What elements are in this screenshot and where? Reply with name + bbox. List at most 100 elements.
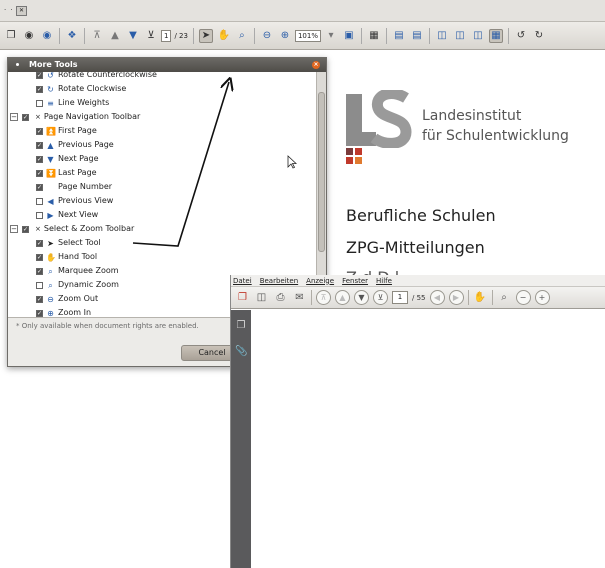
tool-checkbox[interactable]: ✓ <box>36 155 43 163</box>
tree-item-row[interactable]: ✓ ▲ Previous Page <box>36 138 114 152</box>
tool-checkbox[interactable]: ✓ <box>36 127 43 135</box>
tree-group-row[interactable]: − ✓ × Page Navigation Toolbar <box>10 110 140 124</box>
columns-icon[interactable]: ◫ <box>471 29 485 43</box>
rotate-cw-icon[interactable]: ↻ <box>532 29 546 43</box>
dialog-title-bar[interactable]: More Tools × <box>8 58 326 72</box>
strip-close-icon[interactable]: ✕ <box>16 6 27 16</box>
continuous-icon[interactable]: ▤ <box>410 29 424 43</box>
email-icon[interactable]: ✉ <box>292 290 307 305</box>
page-number-input[interactable]: 1 <box>161 29 172 42</box>
fullscreen-icon[interactable]: ▦ <box>367 29 381 43</box>
tool-checkbox[interactable]: ✓ <box>36 169 43 177</box>
previous-page-icon[interactable]: ▲ <box>108 29 122 43</box>
tree-item-row[interactable]: ✓ ⏫ First Page <box>36 124 97 138</box>
chevron-down-icon[interactable]: ▾ <box>324 29 338 43</box>
last-page-icon[interactable]: ⊻ <box>144 29 158 43</box>
pages-panel-icon[interactable]: ❐ <box>235 320 247 332</box>
tool-checkbox[interactable] <box>36 211 43 219</box>
tree-item-row[interactable]: ✓□Page Number <box>36 180 112 194</box>
tool-checkbox[interactable] <box>36 197 43 205</box>
last-page-icon[interactable]: ⊻ <box>373 290 388 305</box>
hand-tool-icon[interactable]: ✋ <box>217 29 231 43</box>
line-weights-icon: ≡ <box>47 98 54 108</box>
save-icon[interactable]: ◫ <box>254 290 269 305</box>
logo-square <box>355 148 362 155</box>
globe-icon[interactable]: ◉ <box>40 29 54 43</box>
collapse-icon[interactable]: − <box>10 225 18 233</box>
tree-item-row[interactable]: ✓ ↺ Rotate Counterclockwise <box>36 72 157 82</box>
create-pdf-icon[interactable]: ❐ <box>235 290 250 305</box>
tree-item-label: Dynamic Zoom <box>58 280 119 289</box>
two-page-continuous-icon[interactable]: ◫ <box>453 29 467 43</box>
tool-checkbox[interactable]: ✓ <box>22 225 29 233</box>
tool-checkbox[interactable] <box>36 99 43 107</box>
fit-page-icon[interactable]: ▣ <box>342 29 356 43</box>
select-tool-icon[interactable]: ➤ <box>198 28 213 43</box>
two-page-icon[interactable]: ◫ <box>435 29 449 43</box>
menu-item-bearbeiten[interactable]: Bearbeiten <box>260 277 298 285</box>
tool-checkbox[interactable]: ✓ <box>36 72 43 79</box>
page-number-input[interactable]: 1 <box>392 291 408 304</box>
scrollbar-thumb[interactable] <box>318 92 325 252</box>
previous-view-icon[interactable]: ◀ <box>429 290 445 305</box>
tree-item-row[interactable]: ≡ Line Weights <box>36 96 109 110</box>
tool-checkbox[interactable]: ✓ <box>36 295 43 303</box>
tool-checkbox[interactable]: ✓ <box>36 309 43 317</box>
hand-tool-icon[interactable]: ✋ <box>473 290 488 305</box>
strip-label: · · <box>4 6 14 14</box>
tree-item-row[interactable]: ✓ ➤ Select Tool <box>36 236 101 250</box>
menu-item-hilfe[interactable]: Hilfe <box>376 277 392 285</box>
tree-item-row[interactable]: ✓ ↻ Rotate Clockwise <box>36 82 126 96</box>
tree-item-label: Hand Tool <box>58 252 98 261</box>
open-icon[interactable]: ❐ <box>4 29 18 43</box>
binoculars-icon[interactable]: ◉ <box>22 29 36 43</box>
grid-icon[interactable]: ▦ <box>488 28 503 43</box>
previous-page-icon[interactable]: ▲ <box>335 290 350 305</box>
collapse-icon[interactable]: − <box>10 113 18 121</box>
next-page-icon[interactable]: ▼ <box>126 29 140 43</box>
marquee-zoom-icon[interactable]: ⌕ <box>235 29 249 43</box>
print-icon[interactable]: ⎙ <box>273 290 288 305</box>
tree-group-row[interactable]: − ✓ × Select & Zoom Toolbar <box>10 222 134 236</box>
next-page-icon[interactable]: ▼ <box>354 290 369 305</box>
menu-item-fenster[interactable]: Fenster <box>342 277 368 285</box>
next-view-icon[interactable]: ▶ <box>448 290 464 305</box>
tools-icon[interactable]: ❖ <box>65 29 79 43</box>
single-page-icon[interactable]: ▤ <box>392 29 406 43</box>
tool-checkbox[interactable]: ✓ <box>22 113 29 121</box>
tree-item-row[interactable]: ✓ ⊕ Zoom In <box>36 306 91 317</box>
menu-item-datei[interactable]: Datei <box>233 277 252 285</box>
close-icon[interactable]: × <box>312 61 320 69</box>
tool-checkbox[interactable] <box>36 281 43 289</box>
tool-checkbox[interactable]: ✓ <box>36 253 43 261</box>
marquee-zoom-icon[interactable]: ⌕ <box>497 290 512 305</box>
tree-item-row[interactable]: ✓ ⏬ Last Page <box>36 166 97 180</box>
previous-view-icon: ◀ <box>47 196 54 206</box>
tree-item-row[interactable]: ✓ ⊖ Zoom Out <box>36 292 98 306</box>
tree-item-row[interactable]: ✓ ▼ Next Page <box>36 152 99 166</box>
tree-item-label: Next View <box>58 210 99 219</box>
zoom-input[interactable]: 101% <box>294 29 321 42</box>
tool-checkbox[interactable]: ✓ <box>36 267 43 275</box>
first-page-icon[interactable]: ⊼ <box>316 290 331 305</box>
tool-checkbox[interactable]: ✓ <box>36 239 43 247</box>
zoom-out-icon[interactable]: ⊖ <box>260 29 274 43</box>
tree-item-label: Next Page <box>58 154 99 163</box>
zoom-out-icon[interactable]: − <box>515 290 531 305</box>
tree-item-row[interactable]: ✓ ✋ Hand Tool <box>36 250 97 264</box>
zoom-in-icon[interactable]: + <box>534 290 550 305</box>
window-menu-icon[interactable] <box>16 63 19 66</box>
first-page-icon[interactable]: ⊼ <box>90 29 104 43</box>
tree-item-row[interactable]: ▶ Next View <box>36 208 98 222</box>
tree-item-label: First Page <box>58 126 97 135</box>
tree-item-row[interactable]: ◀ Previous View <box>36 194 113 208</box>
tree-item-row[interactable]: ✓ ⌕ Marquee Zoom <box>36 264 119 278</box>
zoom-in-icon[interactable]: ⊕ <box>278 29 292 43</box>
rotate-ccw-icon[interactable]: ↺ <box>514 29 528 43</box>
tree-item-row[interactable]: ⌕ Dynamic Zoom <box>36 278 119 292</box>
tool-checkbox[interactable]: ✓ <box>36 183 43 191</box>
tool-checkbox[interactable]: ✓ <box>36 141 43 149</box>
tool-checkbox[interactable]: ✓ <box>36 85 43 93</box>
attachments-icon[interactable]: 📎 <box>235 346 247 358</box>
menu-item-anzeige[interactable]: Anzeige <box>306 277 334 285</box>
